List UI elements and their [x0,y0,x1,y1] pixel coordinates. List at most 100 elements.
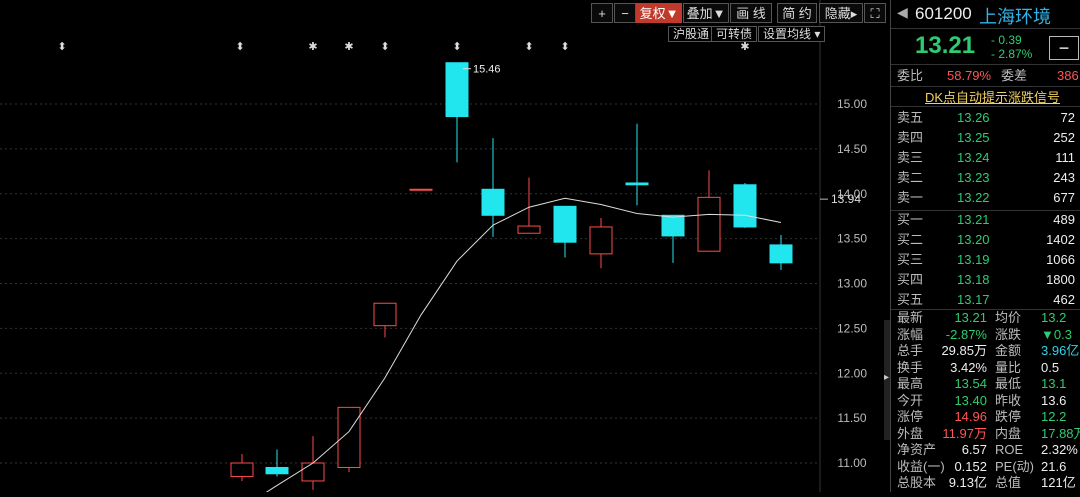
weibi-label: 委比 [897,68,924,83]
fuquan-dropdown[interactable]: 复权▼ [636,3,682,23]
stat-value: ▼0.3 [1041,326,1072,342]
last-price: 13.21 [915,32,976,59]
stat-label: 总值 [995,475,1022,490]
event-marker-icon: ⬍ [380,40,389,53]
stat-label: 换手 [897,359,924,375]
huaxian-button[interactable]: 画 线 [730,3,772,23]
y-tick-label: 14.50 [837,142,867,156]
stat-label: 涨幅 [897,326,924,342]
ask-row[interactable]: 卖二 13.23 243 [891,168,1080,188]
hugutong-button[interactable]: 沪股通 [668,26,715,42]
stat-value: 21.6 [1041,458,1067,474]
current-price-label: 13.94 [831,192,861,206]
ask-label: 卖二 [897,170,924,185]
yincang-button[interactable]: 隐藏▸ [819,3,863,23]
candle-body [409,188,433,191]
ask-row[interactable]: 卖一 13.22 677 [891,188,1080,208]
bid-price: 13.19 [957,252,990,267]
ask-price: 13.23 [957,170,990,185]
price-change: - 0.39 [991,33,1022,47]
candle-body [301,462,325,482]
stat-row: 换手 3.42% 量比 0.5 [891,360,1080,376]
stat-label: 昨收 [995,392,1022,408]
ask-volume: 677 [1053,190,1075,205]
bid-row[interactable]: 买四 13.18 1800 [891,270,1080,290]
stat-value: 0.152 [954,458,987,474]
ask-label: 卖四 [897,130,924,145]
stat-label: 最低 [995,376,1022,391]
stat-row: 涨幅 -2.87% 涨跌 ▼0.3 [891,327,1080,343]
ask-label: 卖五 [897,110,924,125]
candle-body [373,302,397,327]
ask-price: 13.26 [957,110,990,125]
stat-value: 13.54 [954,376,987,391]
stat-label: 量比 [995,359,1022,375]
ask-row[interactable]: 卖四 13.25 252 [891,128,1080,148]
event-marker-icon: ⬍ [452,40,461,53]
prev-icon[interactable]: ◀ [897,4,908,21]
ask-volume: 252 [1053,130,1075,145]
bid-volume: 1800 [1046,272,1075,287]
stat-row: 最高 13.54 最低 13.1 [891,376,1080,392]
y-tick-label: 15.00 [837,97,867,111]
stat-value: 13.2 [1041,310,1067,325]
stat-value: 121亿 [1041,475,1076,490]
stat-label: 涨跌 [995,326,1022,342]
stat-value: 6.57 [961,442,987,457]
candle-body [337,406,361,468]
stat-label: 收益(一) [897,458,945,474]
bid-row[interactable]: 买五 13.17 462 [891,290,1080,310]
y-tick-label: 11.50 [837,411,866,425]
weibi-value: 58.79% [947,68,992,83]
quote-panel: ◀ 601200 上海环境 13.21 - 0.39 - 2.87% − 委比 … [890,0,1080,492]
candle-body [265,466,289,475]
stat-value: 12.2 [1041,409,1067,424]
stat-value: 11.97万 [942,425,987,441]
stat-value: 13.6 [1041,392,1067,408]
bid-row[interactable]: 买二 13.20 1402 [891,230,1080,250]
ask-row[interactable]: 卖五 13.26 72 [891,108,1080,128]
jianyue-button[interactable]: 简 约 [777,3,817,23]
bid-price: 13.18 [957,272,990,287]
stat-value: 13.21 [954,310,987,325]
bid-label: 买一 [897,212,924,227]
y-tick-label: 12.50 [837,321,867,335]
candle-body [553,205,577,243]
stat-label: 最新 [897,310,924,325]
stat-row: 总股本 9.13亿 总值 121亿 [891,475,1080,491]
stat-value: 9.13亿 [948,475,987,490]
candle-body [661,214,685,237]
stock-name: 上海环境 [979,7,1051,27]
bid-price: 13.21 [957,212,990,227]
diejia-dropdown[interactable]: 叠加▼ [683,3,729,23]
bid-volume: 489 [1053,212,1075,227]
remove-watch-button[interactable]: − [1049,36,1079,60]
kline-canvas[interactable]: 15.0014.5014.0013.5013.0012.5012.0011.50… [0,0,890,497]
zoom-out-button[interactable]: − [614,3,636,23]
ask-volume: 243 [1053,170,1075,185]
ask-row[interactable]: 卖三 13.24 111 [891,148,1080,168]
stat-label: ROE [995,442,1024,457]
stat-label: 涨停 [897,409,924,424]
shezhi-junxian-dropdown[interactable]: 设置均线 ▾ [758,26,826,42]
stat-value: 13.1 [1041,376,1067,391]
bid-price: 13.17 [957,292,990,307]
candle-body [697,196,721,252]
stat-row: 今开 13.40 昨收 13.6 [891,393,1080,409]
bid-row[interactable]: 买一 13.21 489 [891,210,1080,230]
kline-chart[interactable]: 15.00 14.50 14.00 13.50 13.00 12.50 12.00 11.50… [0,0,890,497]
zoom-in-button[interactable]: + [591,3,613,23]
stat-label: 内盘 [995,425,1022,441]
kezhuanzhai-button[interactable]: 可转债 [711,26,758,42]
stat-label: 今开 [897,392,924,408]
candle-body [769,244,793,264]
event-marker-icon: ⬍ [235,40,244,53]
event-marker-icon: ✱ [344,40,353,53]
candle-body [625,182,649,186]
fullscreen-icon[interactable]: ⛶ [864,3,886,23]
stat-label: 金额 [995,343,1022,358]
dk-signal-link[interactable]: DK点自动提示涨跌信号 [925,87,1060,106]
bid-row[interactable]: 买三 13.19 1066 [891,250,1080,270]
stat-row: 收益(一) 0.152 PE(动) 21.6 [891,459,1080,475]
candle-body [481,188,505,216]
